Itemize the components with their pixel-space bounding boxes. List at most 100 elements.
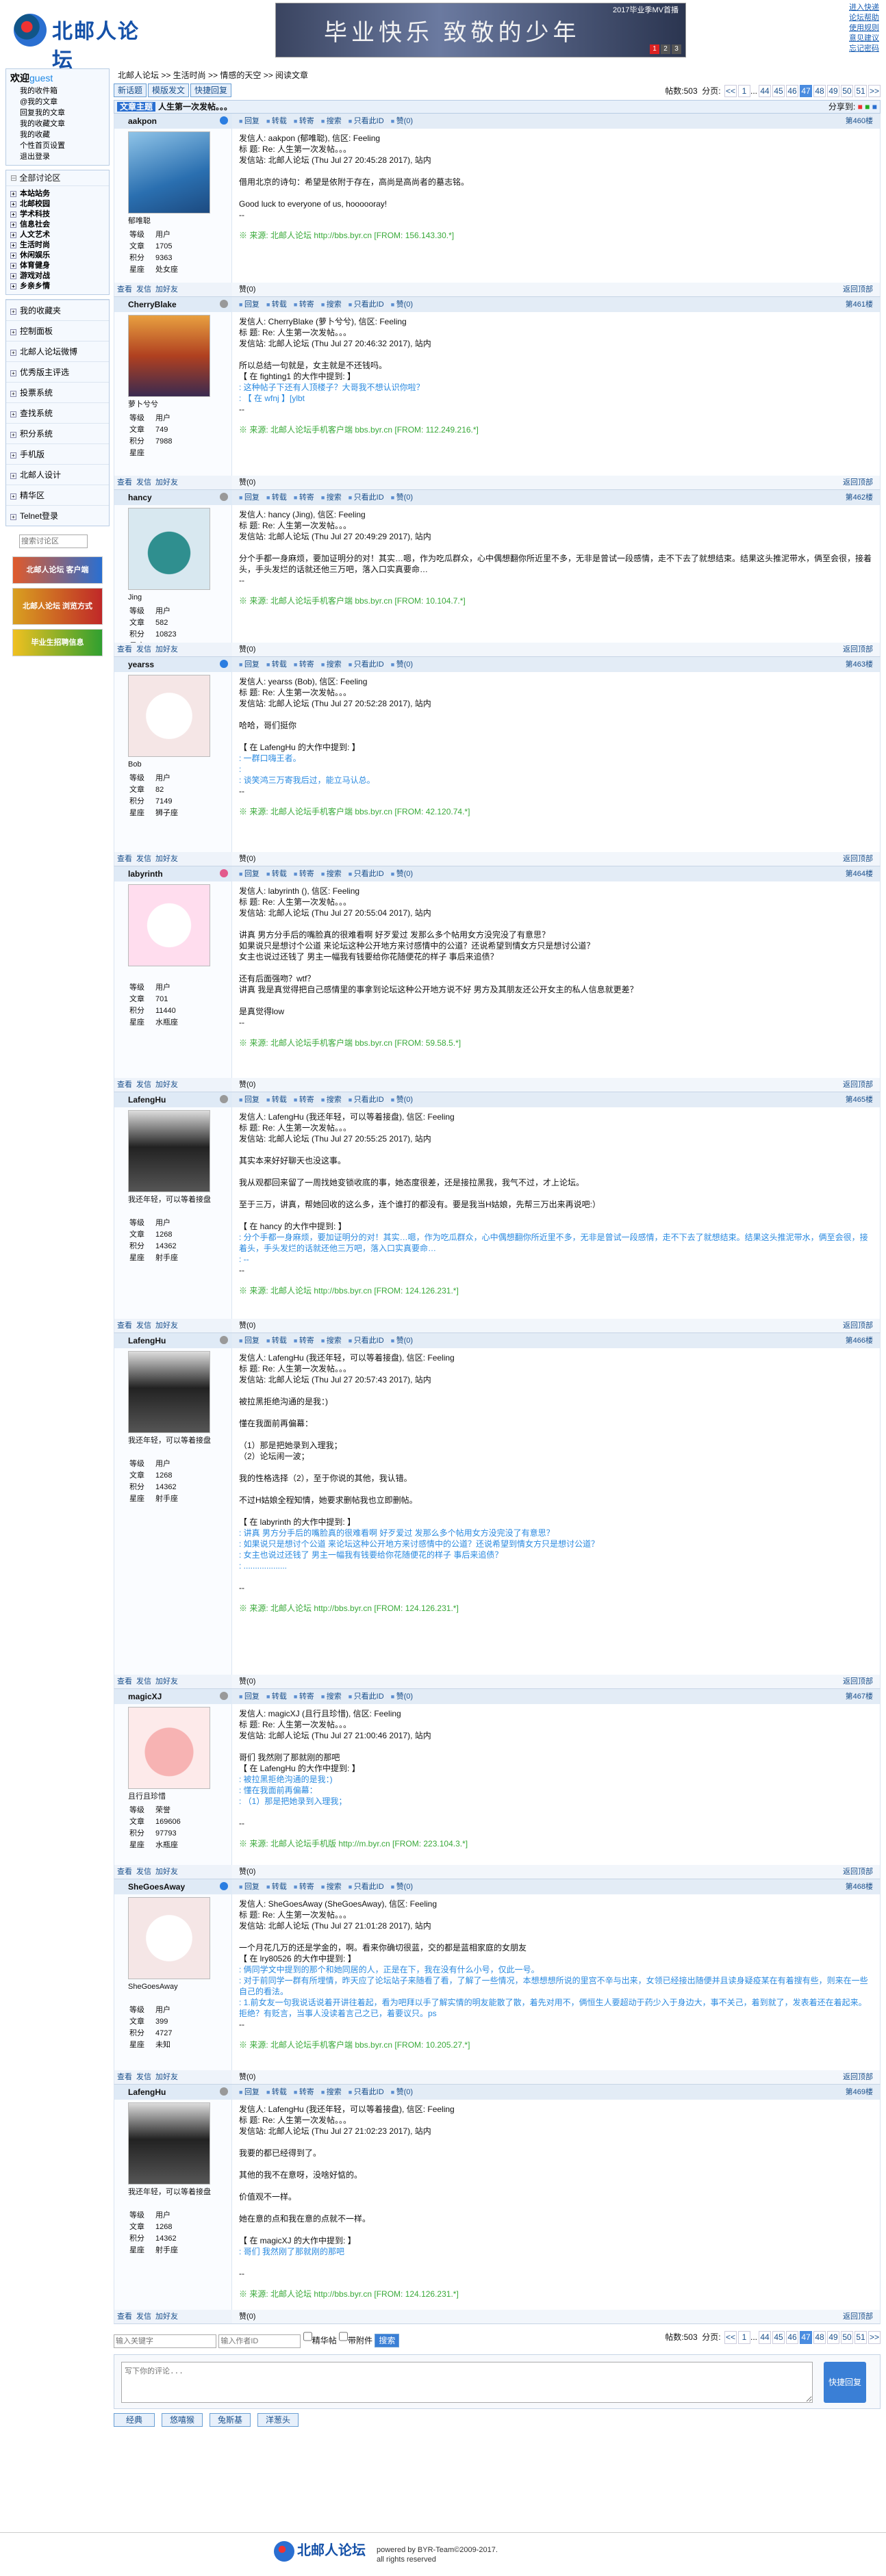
breadcrumb[interactable]: 北邮人论坛 >> 生活时尚 >> 情感的天空 >> 阅读文章	[114, 70, 881, 83]
post-author[interactable]: labyrinth	[114, 866, 232, 881]
only-this-id-button[interactable]: 只看此ID	[349, 870, 384, 878]
forward-button[interactable]: 转载	[266, 870, 287, 878]
back-to-top-link[interactable]: 返回顶部	[843, 1675, 873, 1688]
back-to-top-link[interactable]: 返回顶部	[843, 283, 873, 296]
add-friend-button[interactable]: 加好友	[155, 1322, 178, 1330]
floor-number[interactable]: 第467楼	[846, 1689, 873, 1704]
avatar[interactable]	[128, 1897, 210, 1979]
avatar[interactable]	[128, 1707, 210, 1789]
menu-mobile[interactable]: + 手机版	[6, 443, 109, 464]
author-id[interactable]: magicXJ	[128, 1692, 162, 1701]
reply-button[interactable]: 回复	[239, 2088, 260, 2096]
page-link[interactable]: 48	[813, 85, 826, 97]
top-link-help[interactable]: 论坛帮助	[849, 13, 879, 23]
floor-number[interactable]: 第461楼	[846, 297, 873, 312]
like-count[interactable]: 赞(0)	[239, 1868, 255, 1876]
forward-button[interactable]: 转载	[266, 493, 287, 502]
post-author[interactable]: magicXJ	[114, 1689, 232, 1704]
forward-button[interactable]: 转载	[266, 117, 287, 125]
add-friend-button[interactable]: 加好友	[155, 855, 178, 863]
back-to-top-link[interactable]: 返回顶部	[843, 852, 873, 866]
like-count[interactable]: 赞(0)	[239, 2313, 255, 2321]
like-count[interactable]: 赞(0)	[239, 285, 255, 294]
back-to-top-link[interactable]: 返回顶部	[843, 1865, 873, 1879]
author-search-input[interactable]	[218, 2334, 301, 2348]
post-author[interactable]: LafengHu	[114, 1092, 232, 1107]
board-search-input[interactable]	[19, 534, 88, 549]
post-author[interactable]: CherryBlake	[114, 297, 232, 312]
user-link-inbox[interactable]: 我的收件箱	[10, 86, 105, 96]
floor-number[interactable]: 第468楼	[846, 1879, 873, 1894]
search-button[interactable]: 搜索	[321, 300, 342, 309]
user-link-home-settings[interactable]: 个性首页设置	[10, 140, 105, 151]
like-button[interactable]: 赞(0)	[391, 493, 413, 502]
reply-button[interactable]: 回复	[239, 300, 260, 309]
view-profile-button[interactable]: 查看	[117, 855, 132, 863]
avatar[interactable]	[128, 131, 210, 214]
digest-checkbox[interactable]	[303, 2330, 312, 2343]
author-id[interactable]: SheGoesAway	[128, 1882, 185, 1892]
site-logo[interactable]: 北邮人论坛	[14, 10, 144, 72]
attachment-checkbox[interactable]	[339, 2330, 349, 2343]
avatar[interactable]	[128, 2102, 210, 2185]
post-author[interactable]: SheGoesAway	[114, 1879, 232, 1894]
only-this-id-button[interactable]: 只看此ID	[349, 1883, 384, 1891]
menu-telnet[interactable]: + Telnet登录	[6, 505, 109, 526]
back-to-top-link[interactable]: 返回顶部	[843, 1319, 873, 1332]
view-profile-button[interactable]: 查看	[117, 285, 132, 294]
page-next[interactable]: >>	[868, 85, 881, 97]
forward-button[interactable]: 转载	[266, 2088, 287, 2096]
search-button[interactable]: 搜索	[321, 1096, 342, 1104]
page-link[interactable]: 50	[841, 2331, 853, 2344]
qq-share-icon[interactable]: ■	[872, 102, 877, 112]
emoticon-tab-monkey[interactable]: 悠嘻猴	[162, 2413, 203, 2427]
view-profile-button[interactable]: 查看	[117, 2073, 132, 2081]
banner-page-3[interactable]: 3	[672, 44, 681, 54]
weibo-share-icon[interactable]: ■	[858, 102, 863, 112]
like-button[interactable]: 赞(0)	[391, 870, 413, 878]
page-link[interactable]: 46	[786, 85, 798, 97]
only-this-id-button[interactable]: 只看此ID	[349, 660, 384, 669]
menu-score[interactable]: + 积分系统	[6, 423, 109, 443]
top-link-express[interactable]: 进入快递	[849, 3, 879, 13]
section-item[interactable]: + 北邮校园	[10, 199, 105, 209]
user-link-favorites[interactable]: 我的收藏	[10, 129, 105, 140]
menu-moderator-vote[interactable]: + 优秀版主评选	[6, 361, 109, 382]
promo-client[interactable]: 北邮人论坛 客户端	[12, 556, 103, 584]
search-button[interactable]: 搜索	[321, 117, 342, 125]
floor-number[interactable]: 第469楼	[846, 2085, 873, 2100]
back-to-top-link[interactable]: 返回顶部	[843, 643, 873, 656]
page-prev[interactable]: <<	[724, 85, 737, 97]
only-this-id-button[interactable]: 只看此ID	[349, 1337, 384, 1345]
like-button[interactable]: 赞(0)	[391, 660, 413, 669]
only-this-id-button[interactable]: 只看此ID	[349, 1096, 384, 1104]
user-link-at-me[interactable]: @我的文章	[10, 96, 105, 107]
search-button[interactable]: 搜索	[321, 2088, 342, 2096]
search-button[interactable]: 搜索	[321, 660, 342, 669]
add-friend-button[interactable]: 加好友	[155, 645, 178, 654]
section-item[interactable]: + 体育健身	[10, 261, 105, 271]
avatar[interactable]	[128, 884, 210, 966]
search-button[interactable]: 搜索	[321, 870, 342, 878]
section-item[interactable]: + 学术科技	[10, 209, 105, 220]
reply-button[interactable]: 回复	[239, 870, 260, 878]
add-friend-button[interactable]: 加好友	[155, 2313, 178, 2321]
mail-forward-button[interactable]: 转寄	[294, 2088, 314, 2096]
view-profile-button[interactable]: 查看	[117, 1677, 132, 1686]
author-id[interactable]: aakpon	[128, 116, 157, 126]
floor-number[interactable]: 第466楼	[846, 1333, 873, 1348]
quick-reply-button[interactable]: 快捷回复	[190, 83, 232, 97]
page-link[interactable]: 45	[772, 85, 785, 97]
mail-forward-button[interactable]: 转寄	[294, 1692, 314, 1701]
post-author[interactable]: aakpon	[114, 114, 232, 129]
like-count[interactable]: 赞(0)	[239, 645, 255, 654]
top-link-forgot-password[interactable]: 忘记密码	[849, 44, 879, 54]
send-mail-button[interactable]: 发信	[136, 855, 151, 863]
forward-button[interactable]: 转载	[266, 1337, 287, 1345]
send-mail-button[interactable]: 发信	[136, 1868, 151, 1876]
search-button[interactable]: 搜索	[321, 1337, 342, 1345]
reply-button[interactable]: 回复	[239, 660, 260, 669]
only-this-id-button[interactable]: 只看此ID	[349, 117, 384, 125]
back-to-top-link[interactable]: 返回顶部	[843, 2310, 873, 2323]
emoticon-tab-onion[interactable]: 洋葱头	[257, 2413, 299, 2427]
